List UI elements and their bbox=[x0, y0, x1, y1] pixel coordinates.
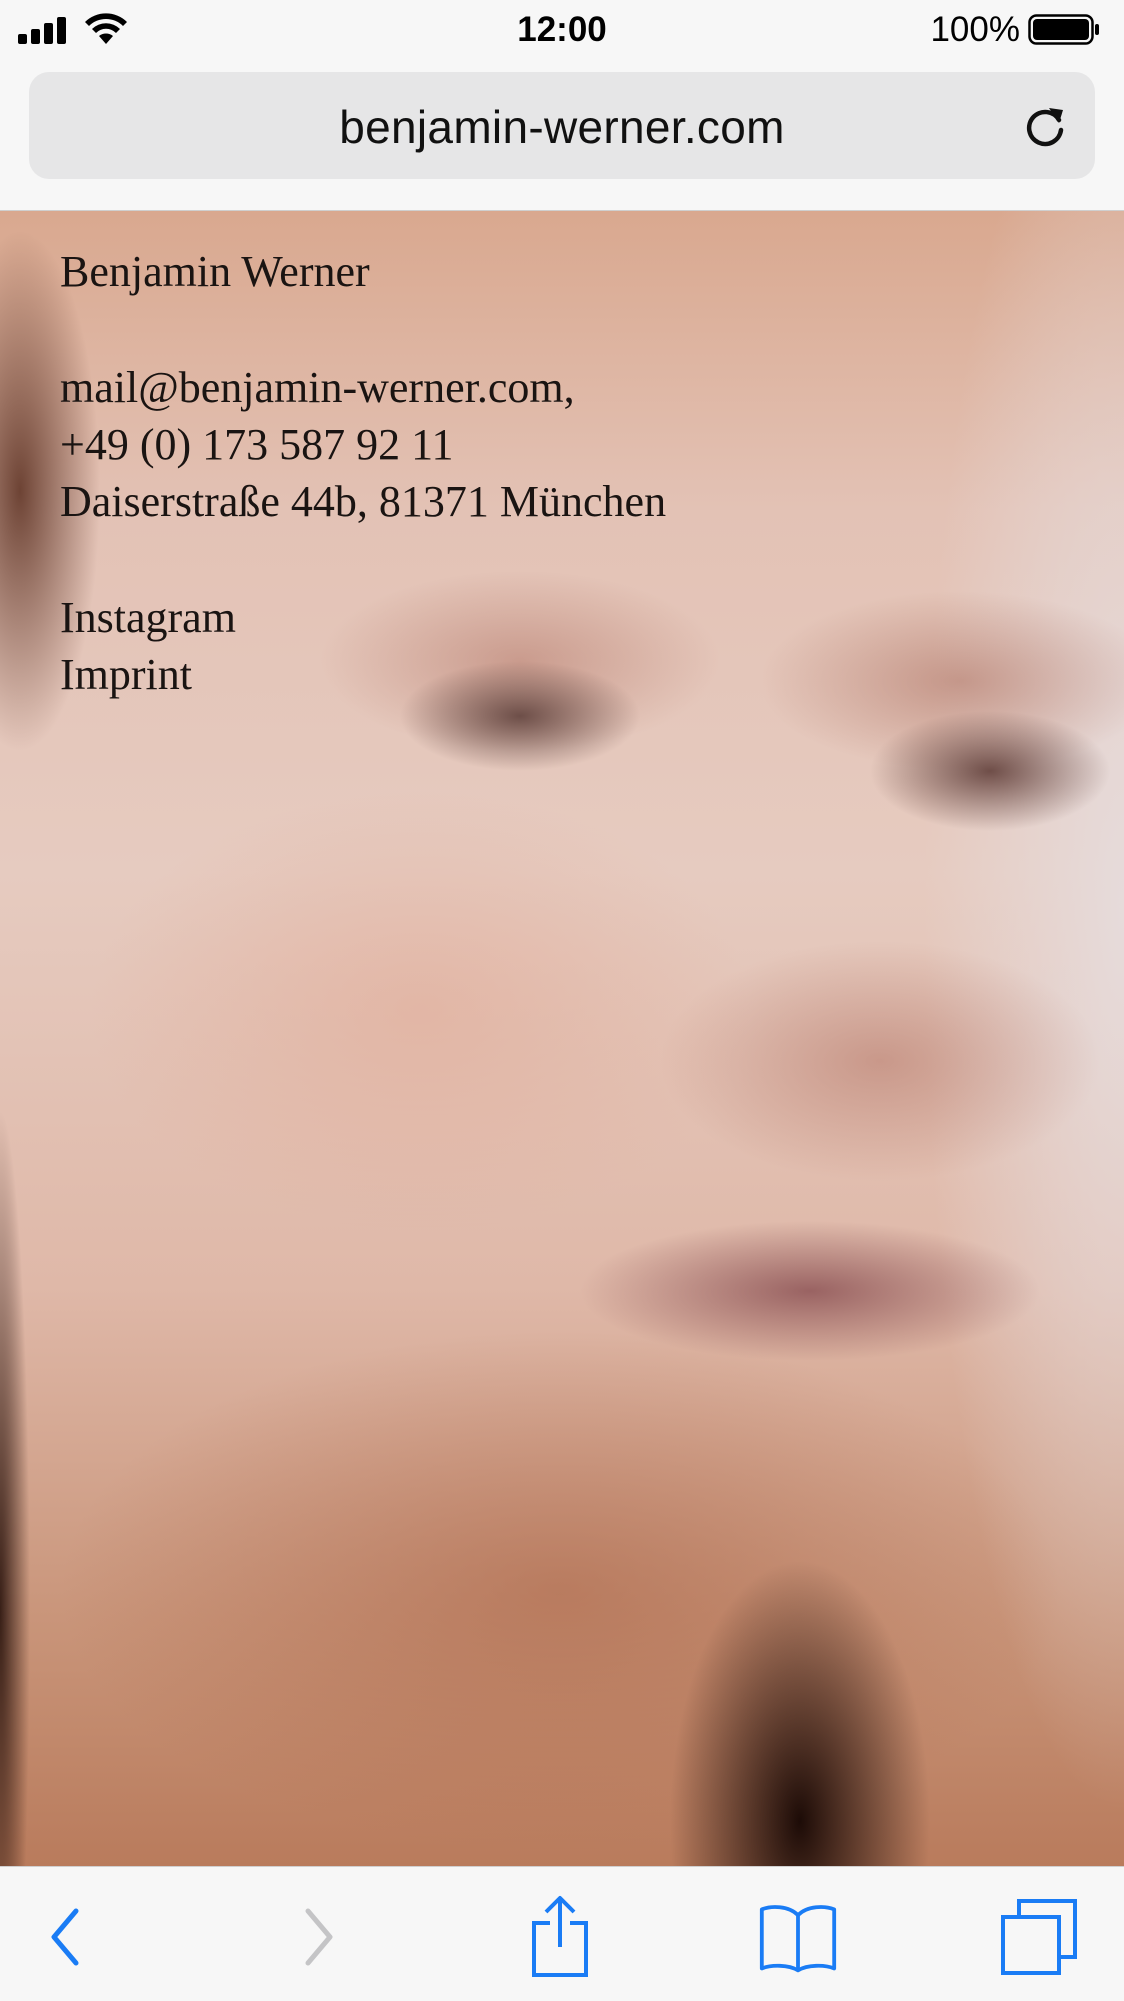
browser-toolbar bbox=[0, 1866, 1124, 2001]
instagram-link[interactable]: Instagram bbox=[60, 589, 666, 646]
bookmarks-book-icon bbox=[759, 1905, 837, 1973]
forward-chevron-icon bbox=[305, 1908, 333, 1966]
battery-percentage: 100% bbox=[930, 10, 1020, 49]
battery-full-icon bbox=[1028, 14, 1099, 45]
reload-icon[interactable] bbox=[1019, 100, 1071, 152]
page-content: Benjamin Werner mail@benjamin-werner.com… bbox=[0, 211, 1124, 1866]
share-button[interactable] bbox=[520, 1896, 600, 1977]
phone-link[interactable]: +49 (0) 173 587 92 11 bbox=[60, 416, 666, 473]
url-text[interactable]: benjamin-werner.com bbox=[29, 100, 1095, 154]
back-chevron-icon bbox=[51, 1908, 79, 1966]
share-icon bbox=[532, 1896, 588, 1977]
address-text: Daiserstraße 44b, 81371 München bbox=[60, 477, 667, 526]
email-link[interactable]: mail@benjamin-werner.com, bbox=[60, 359, 666, 416]
tabs-icon bbox=[1001, 1899, 1077, 1975]
status-bar: 12:00 100% bbox=[0, 0, 1124, 62]
bookmarks-button[interactable] bbox=[758, 1897, 838, 1977]
site-title[interactable]: Benjamin Werner bbox=[60, 243, 666, 300]
back-button[interactable] bbox=[26, 1897, 106, 1977]
url-field[interactable]: benjamin-werner.com bbox=[29, 72, 1095, 179]
contact-info: Benjamin Werner mail@benjamin-werner.com… bbox=[60, 243, 666, 703]
imprint-link[interactable]: Imprint bbox=[60, 646, 666, 703]
address-bar: benjamin-werner.com bbox=[0, 62, 1124, 211]
tabs-button[interactable] bbox=[999, 1897, 1079, 1977]
forward-button[interactable] bbox=[278, 1897, 358, 1977]
